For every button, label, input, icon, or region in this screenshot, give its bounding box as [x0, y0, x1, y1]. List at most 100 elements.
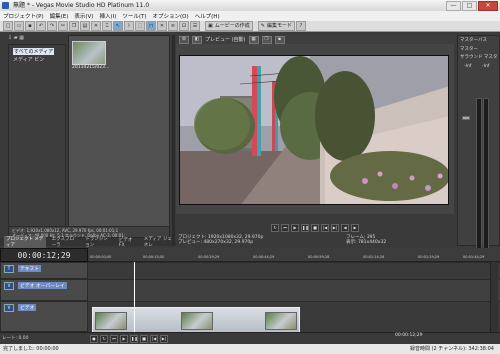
clip-frame-thumbnail: [181, 312, 213, 330]
split-screen-icon[interactable]: ◧: [192, 35, 202, 44]
clip-frame-thumbnail: [265, 312, 297, 330]
video-preview-frame: [179, 55, 449, 205]
pause-icon[interactable]: ❚❚: [130, 334, 138, 343]
menu-view[interactable]: 表示(V): [74, 12, 93, 20]
make-movie-label: ムービーの作成: [214, 23, 250, 29]
menu-options[interactable]: オプション(O): [153, 12, 189, 20]
preview-quality-dropdown[interactable]: プレビュー (自動): [205, 36, 246, 43]
play-icon[interactable]: ▶: [120, 334, 128, 343]
timeline-timecode: 00:00:12;29: [0, 248, 88, 262]
next-frame-icon[interactable]: ▶: [351, 224, 359, 232]
stop-icon[interactable]: ■: [311, 224, 319, 232]
make-movie-button[interactable]: ▣ ムービーの作成: [205, 21, 253, 31]
folder-icon[interactable]: ▰: [14, 35, 18, 41]
select-tool-icon[interactable]: ⬚: [135, 21, 145, 31]
preview-settings-icon[interactable]: ⚙: [179, 35, 189, 44]
status-record-time: 録音時間 (2 チャンネル): 342:38:04: [409, 346, 494, 352]
copy-snapshot-icon[interactable]: ❐: [261, 35, 272, 44]
envelope-tool-icon[interactable]: ⌇: [124, 21, 134, 31]
cut-icon[interactable]: ✂: [58, 21, 68, 31]
timeline-ruler[interactable]: 00:00:00;00 00:00:15;00 00:00:29;29 00:0…: [88, 248, 500, 262]
play-from-start-icon[interactable]: ⏮: [110, 334, 118, 343]
timeline-transport: ● ↻ ⏮ ▶ ❚❚ ■ |◀ ▶|: [0, 332, 500, 344]
properties-icon[interactable]: ☰: [190, 21, 200, 31]
loop-playback-icon[interactable]: ↻: [100, 334, 108, 343]
delete-icon[interactable]: ✕: [91, 21, 101, 31]
tab-media-generators[interactable]: メディア ジェネレ: [142, 236, 176, 248]
tree-item-all-media[interactable]: すべてのメディア: [13, 48, 55, 55]
master-fader-handle[interactable]: [462, 116, 470, 120]
paste-icon[interactable]: ▤: [80, 21, 90, 31]
maximize-button[interactable]: □: [462, 1, 477, 11]
track-name-video-overlay[interactable]: ビデオ オーバーレイ: [18, 282, 67, 289]
prev-frame-icon[interactable]: ◀: [341, 224, 349, 232]
track-header-video-overlay[interactable]: V ビデオ オーバーレイ: [0, 279, 88, 301]
go-to-start-icon[interactable]: |◀: [321, 224, 329, 232]
new-project-icon[interactable]: □: [3, 21, 13, 31]
autocrossfade-icon[interactable]: ✕: [157, 21, 167, 31]
media-tree: すべてのメディア メディア ビン: [8, 44, 66, 232]
tab-explorer[interactable]: エクスプローラ: [50, 236, 80, 248]
menu-project[interactable]: プロジェクト(P): [3, 12, 44, 20]
track-header-text[interactable]: T テキスト: [0, 262, 88, 279]
help-icon[interactable]: ?: [295, 21, 306, 31]
panel-splitter[interactable]: [172, 35, 175, 246]
minimize-button[interactable]: —: [446, 1, 461, 11]
video-clip[interactable]: [92, 307, 300, 333]
track-name-text[interactable]: テキスト: [18, 265, 42, 272]
text-track-icon: T: [4, 265, 14, 273]
edit-mode-button[interactable]: ✎ 編集モード: [257, 21, 295, 31]
tab-transitions[interactable]: トランジション: [83, 236, 113, 248]
open-icon[interactable]: ▭: [14, 21, 24, 31]
pencil-icon: ✎: [260, 23, 265, 29]
ripple-icon[interactable]: ≋: [168, 21, 178, 31]
save-icon[interactable]: ▪: [25, 21, 35, 31]
close-button[interactable]: ✕: [478, 1, 498, 11]
menu-help[interactable]: ヘルプ(H): [195, 12, 220, 20]
record-icon[interactable]: ●: [90, 334, 98, 343]
redo-icon[interactable]: ↷: [47, 21, 57, 31]
menu-tools[interactable]: ツール(T): [122, 12, 146, 20]
track-lane-video[interactable]: [88, 301, 500, 333]
menu-bar: プロジェクト(P) 編集(E) 表示(V) 挿入(I) ツール(T) オプション…: [0, 11, 500, 21]
timeline-vertical-scrollbar[interactable]: [490, 262, 498, 332]
menu-edit[interactable]: 編集(E): [50, 12, 69, 20]
window-docking-tabs: プロジェクト メディア エクスプローラ トランジション ビデオ FX メディア …: [0, 236, 176, 248]
go-to-start-icon[interactable]: |◀: [150, 334, 158, 343]
main-toolbar: □ ▭ ▪ ↶ ↷ ✂ ❐ ▤ ✕ ⌶ ↖ ⌇ ⬚ ⊓ ✕ ≋ ⊡ ☰ ▣ ムー…: [0, 21, 500, 32]
snap-icon[interactable]: ⊓: [146, 21, 156, 31]
pause-icon[interactable]: ❚❚: [301, 224, 309, 232]
tab-project-media[interactable]: プロジェクト メディア: [4, 236, 46, 248]
db-readout-right: -Inf: [482, 64, 490, 69]
go-to-end-icon[interactable]: ▶|: [331, 224, 339, 232]
save-snapshot-icon[interactable]: ▪: [274, 35, 285, 44]
tree-item-media-bins[interactable]: メディア ビン: [13, 56, 44, 63]
track-header-video[interactable]: V ビデオ: [0, 301, 88, 332]
go-to-end-icon[interactable]: ▶|: [160, 334, 168, 343]
end-time: 00:00:12;29: [395, 333, 423, 338]
normal-tool-icon[interactable]: ↖: [113, 21, 123, 31]
track-lane-video-overlay[interactable]: [88, 279, 500, 301]
menu-insert[interactable]: 挿入(I): [99, 12, 116, 20]
track-lane-text[interactable]: [88, 262, 500, 279]
timeline-cursor[interactable]: [134, 262, 135, 332]
copy-icon[interactable]: ❐: [69, 21, 79, 31]
tab-video-fx[interactable]: ビデオ FX: [117, 237, 138, 248]
media-thumbnail[interactable]: [72, 41, 106, 65]
view-icon[interactable]: ▦: [19, 35, 24, 41]
import-icon[interactable]: ⇩: [8, 35, 12, 41]
lock-envelope-icon[interactable]: ⊡: [179, 21, 189, 31]
trim-icon[interactable]: ⌶: [102, 21, 112, 31]
loop-icon[interactable]: ↻: [271, 224, 279, 232]
ruler-tick: 00:01:14;28: [363, 255, 385, 259]
mixer-title: マスターバス: [460, 38, 487, 43]
db-readout-left: -Inf: [464, 64, 472, 69]
undo-icon[interactable]: ↶: [36, 21, 46, 31]
play-from-start-icon[interactable]: ⏮: [281, 224, 289, 232]
window-controls: — □ ✕: [446, 1, 498, 11]
overlay-icon[interactable]: ▦: [248, 35, 259, 44]
stop-icon[interactable]: ■: [140, 334, 148, 343]
ruler-tick: 00:01:44;29: [463, 255, 485, 259]
track-name-video[interactable]: ビデオ: [18, 304, 37, 311]
play-icon[interactable]: ▶: [291, 224, 299, 232]
